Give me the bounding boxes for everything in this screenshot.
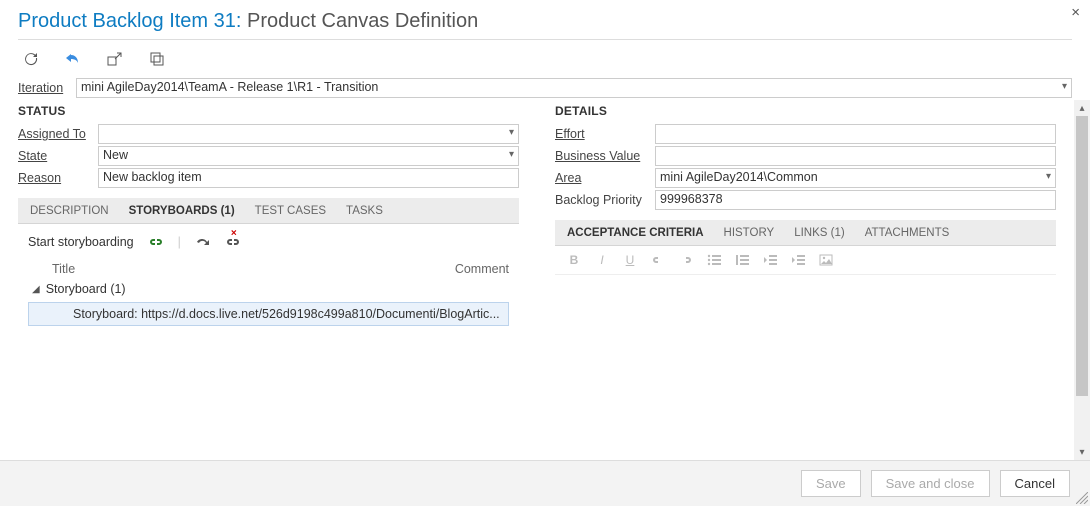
reason-field[interactable]: New backlog item — [98, 168, 519, 188]
reason-value: New backlog item — [103, 170, 202, 184]
chevron-down-icon: ▾ — [1062, 81, 1067, 92]
chevron-down-icon: ▾ — [509, 127, 514, 138]
page-title: Product Backlog Item 31: Product Canvas … — [0, 0, 1090, 39]
backlog-priority-field[interactable]: 999968378 — [655, 190, 1056, 210]
save-and-close-button[interactable]: Save and close — [871, 470, 990, 497]
bold-icon[interactable]: B — [565, 252, 583, 268]
work-item-type: Product Backlog Item 31: — [18, 10, 247, 32]
state-value: New — [103, 148, 128, 162]
vertical-scrollbar[interactable]: ▴ ▾ — [1074, 100, 1090, 460]
assigned-to-label: Assigned To — [18, 127, 98, 141]
assigned-to-field[interactable]: ▾ — [98, 124, 519, 144]
chevron-down-icon: ▾ — [1046, 171, 1051, 182]
acceptance-criteria-editor[interactable] — [555, 274, 1056, 444]
refresh-icon[interactable] — [22, 50, 40, 68]
right-tabs: ACCEPTANCE CRITERIA HISTORY LINKS (1) AT… — [555, 220, 1056, 246]
col-title: Title — [52, 262, 419, 276]
state-label: State — [18, 149, 98, 163]
scroll-down-icon[interactable]: ▾ — [1074, 444, 1090, 460]
indent-icon[interactable] — [789, 252, 807, 268]
area-value: mini AgileDay2014\Common — [660, 170, 818, 184]
tab-history[interactable]: HISTORY — [722, 223, 777, 243]
scroll-up-icon[interactable]: ▴ — [1074, 100, 1090, 116]
resize-grip-icon[interactable] — [1076, 492, 1088, 504]
separator: | — [178, 235, 181, 249]
backlog-priority-label: Backlog Priority — [555, 193, 655, 207]
image-icon[interactable] — [817, 252, 835, 268]
state-field[interactable]: New ▾ — [98, 146, 519, 166]
close-icon[interactable]: × — [1071, 4, 1080, 21]
iteration-field[interactable]: mini AgileDay2014\TeamA - Release 1\R1 -… — [76, 78, 1072, 98]
underline-icon[interactable]: U — [621, 252, 639, 268]
link-to-icon[interactable] — [106, 50, 124, 68]
link-icon[interactable] — [649, 252, 667, 268]
collapse-icon: ◢ — [32, 284, 40, 295]
numbered-list-icon[interactable] — [733, 252, 751, 268]
start-storyboarding-link[interactable]: Start storyboarding — [28, 235, 134, 249]
rich-text-toolbar: B I U — [555, 246, 1056, 274]
storyboard-group[interactable]: ◢ Storyboard (1) — [18, 280, 519, 300]
work-item-title: Product Canvas Definition — [247, 10, 478, 32]
footer: Save Save and close Cancel — [0, 460, 1090, 506]
left-tabs: DESCRIPTION STORYBOARDS (1) TEST CASES T… — [18, 198, 519, 224]
unlink-icon[interactable] — [677, 252, 695, 268]
add-link-icon[interactable] — [148, 234, 164, 250]
reason-label: Reason — [18, 171, 98, 185]
storyboard-item[interactable]: Storyboard: https://d.docs.live.net/526d… — [28, 302, 509, 326]
iteration-label: Iteration — [18, 81, 76, 95]
tab-links[interactable]: LINKS (1) — [792, 223, 847, 243]
col-comment: Comment — [419, 262, 509, 276]
tab-attachments[interactable]: ATTACHMENTS — [863, 223, 952, 243]
scroll-thumb[interactable] — [1076, 116, 1088, 396]
tab-tasks[interactable]: TASKS — [344, 201, 385, 221]
save-button[interactable]: Save — [801, 470, 861, 497]
tab-acceptance-criteria[interactable]: ACCEPTANCE CRITERIA — [565, 223, 706, 243]
backlog-priority-value: 999968378 — [660, 192, 723, 206]
effort-label: Effort — [555, 127, 655, 141]
italic-icon[interactable]: I — [593, 252, 611, 268]
status-heading: STATUS — [18, 104, 519, 118]
cancel-button[interactable]: Cancel — [1000, 470, 1070, 497]
bullet-list-icon[interactable] — [705, 252, 723, 268]
details-heading: DETAILS — [555, 104, 1056, 118]
business-value-label: Business Value — [555, 149, 655, 163]
chevron-down-icon: ▾ — [509, 149, 514, 160]
copy-icon[interactable] — [148, 50, 166, 68]
storyboard-group-label: Storyboard (1) — [46, 282, 126, 296]
tab-description[interactable]: DESCRIPTION — [28, 201, 111, 221]
outdent-icon[interactable] — [761, 252, 779, 268]
undo-icon[interactable] — [64, 50, 82, 68]
remove-link-icon[interactable]: × — [225, 234, 241, 250]
open-link-icon[interactable] — [195, 234, 211, 250]
tab-storyboards[interactable]: STORYBOARDS (1) — [127, 201, 237, 221]
business-value-field[interactable] — [655, 146, 1056, 166]
tab-test-cases[interactable]: TEST CASES — [253, 201, 328, 221]
iteration-value: mini AgileDay2014\TeamA - Release 1\R1 -… — [81, 80, 378, 94]
toolbar — [0, 40, 1090, 74]
effort-field[interactable] — [655, 124, 1056, 144]
area-label: Area — [555, 171, 655, 185]
area-field[interactable]: mini AgileDay2014\Common ▾ — [655, 168, 1056, 188]
